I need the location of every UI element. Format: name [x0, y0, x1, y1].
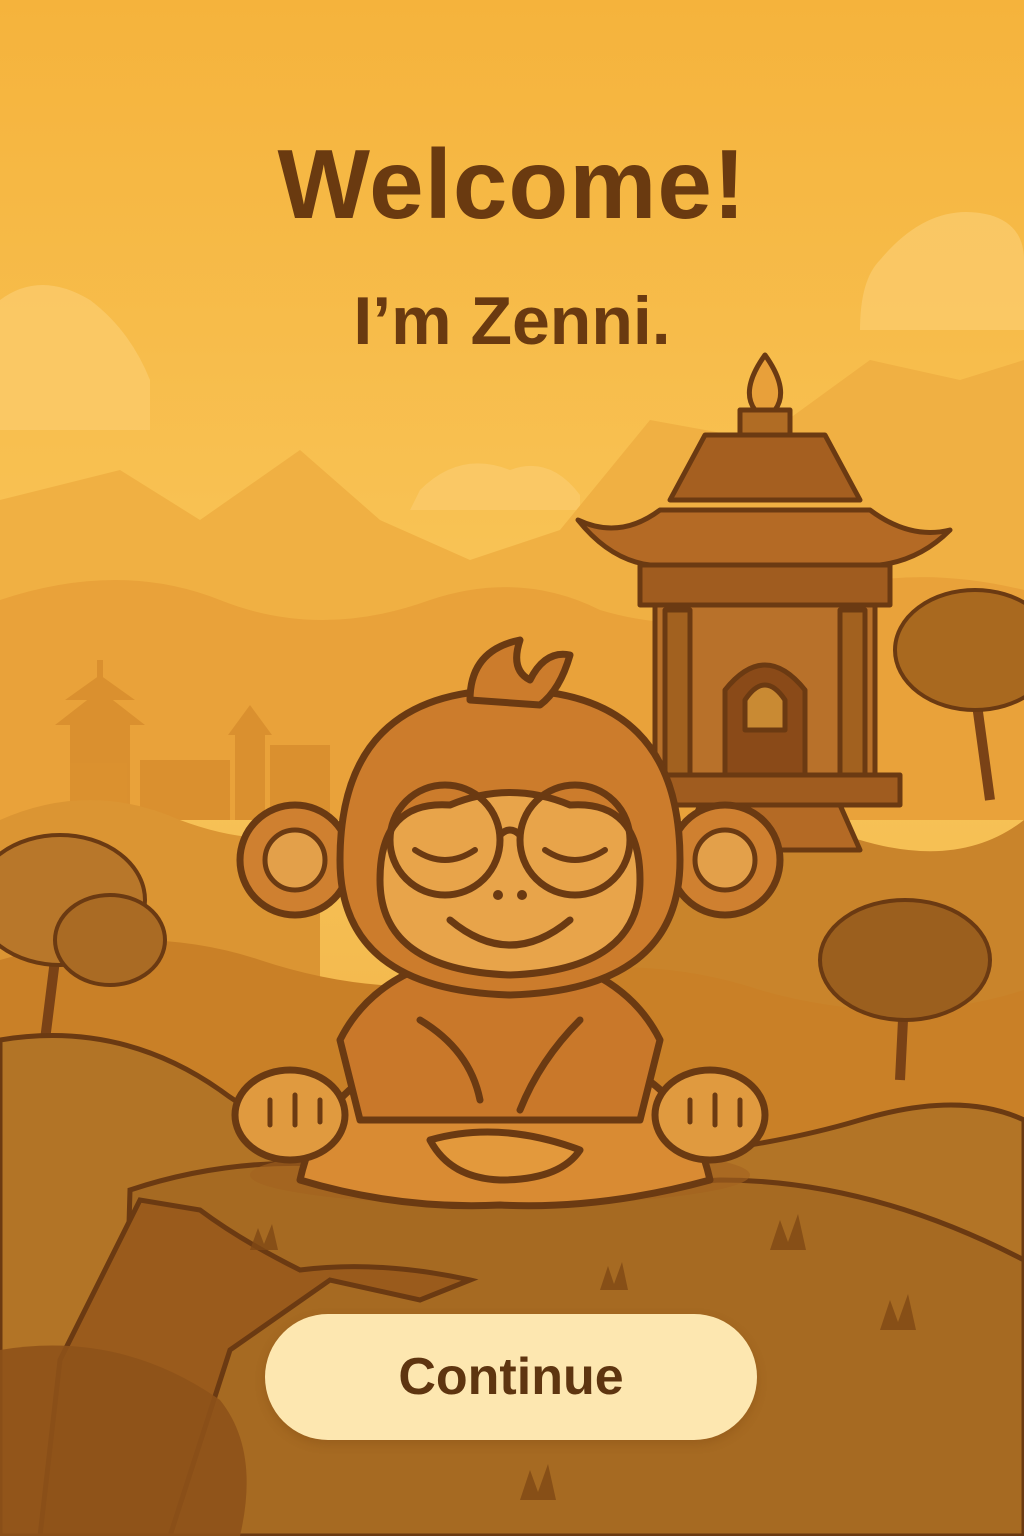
- continue-button[interactable]: Continue: [265, 1314, 757, 1440]
- welcome-screen: Welcome! I’m Zenni. Continue: [0, 0, 1024, 1536]
- mascot-intro-text: I’m Zenni.: [353, 283, 671, 359]
- welcome-heading: Welcome!: [277, 129, 747, 239]
